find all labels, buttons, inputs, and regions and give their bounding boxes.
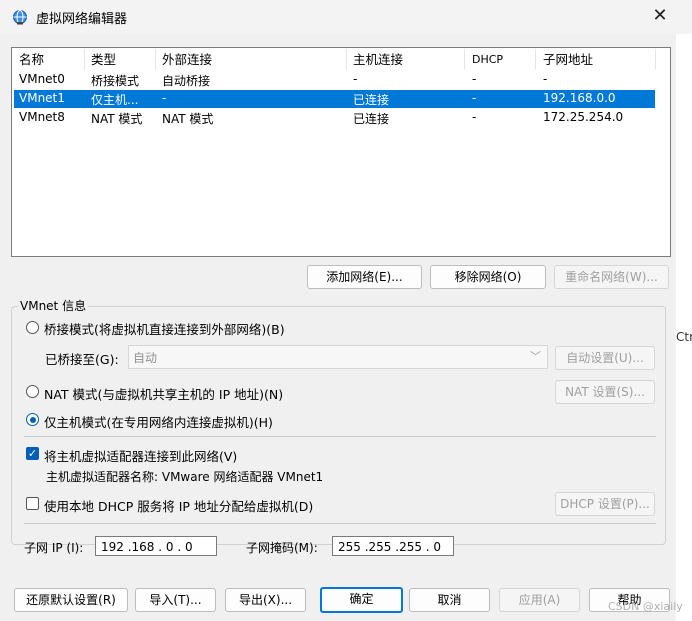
restore-defaults-button[interactable]: 还原默认设置(R): [14, 588, 128, 612]
ok-button[interactable]: 确定: [320, 587, 403, 613]
cell-host: 已连接: [353, 112, 390, 126]
subnet-ip-label: 子网 IP (I):: [24, 541, 84, 555]
cell-dhcp: -: [472, 110, 477, 124]
cell-external: 自动桥接: [162, 74, 211, 88]
remove-network-button[interactable]: 移除网络(O): [430, 265, 546, 289]
nat-mode-label[interactable]: NAT 模式(与虚拟机共享主机的 IP 地址)(N): [44, 384, 283, 403]
auto-settings-button[interactable]: 自动设置(U)...: [555, 346, 655, 370]
column-separator: [346, 49, 347, 70]
bridge-mode-label[interactable]: 桥接模式(将虚拟机直接连接到外部网络)(B): [44, 319, 285, 338]
close-icon[interactable]: ✕: [650, 6, 670, 26]
column-separator: [84, 49, 85, 70]
vmnet-info-label: VMnet 信息: [18, 297, 89, 314]
table-row[interactable]: VMnet0 桥接模式 自动桥接 - - -: [14, 71, 655, 89]
cell-dhcp: -: [472, 72, 477, 86]
cell-name: VMnet1: [19, 91, 65, 105]
apply-button[interactable]: 应用(A): [499, 588, 580, 612]
column-header-external[interactable]: 外部连接: [162, 49, 212, 69]
column-separator: [535, 49, 536, 70]
cell-dhcp: -: [472, 91, 477, 105]
subnet-ip-input[interactable]: 192 .168 . 0 . 0: [95, 536, 217, 556]
column-header-name[interactable]: 名称: [19, 49, 44, 69]
cell-type: 仅主机...: [91, 93, 139, 107]
connect-adapter-checkbox[interactable]: ✓: [26, 447, 39, 460]
column-header-host[interactable]: 主机连接: [353, 49, 403, 69]
chevron-down-icon: ﹀: [530, 350, 541, 363]
cell-type: 桥接模式: [91, 74, 140, 88]
cell-subnet: 192.168.0.0: [543, 91, 616, 105]
dhcp-settings-button[interactable]: DHCP 设置(P)...: [555, 492, 655, 516]
cell-external: NAT 模式: [162, 112, 214, 126]
column-separator: [464, 49, 465, 70]
nat-settings-button[interactable]: NAT 设置(S)...: [555, 380, 655, 404]
column-header-type[interactable]: 类型: [91, 49, 116, 69]
column-separator: [655, 49, 656, 70]
background-window-text: Ctr: [676, 330, 692, 344]
bridged-to-value: 自动: [133, 351, 158, 365]
dhcp-label[interactable]: 使用本地 DHCP 服务将 IP 地址分配给虚拟机(D): [44, 496, 313, 515]
host-only-label[interactable]: 仅主机模式(在专用网络内连接虚拟机)(H): [44, 412, 273, 431]
cell-host: -: [353, 72, 358, 86]
subnet-mask-label: 子网掩码(M):: [246, 541, 318, 555]
column-separator: [155, 49, 156, 70]
import-button[interactable]: 导入(T)...: [135, 588, 216, 612]
adapter-name-text: 主机虚拟适配器名称: VMware 网络适配器 VMnet1: [46, 470, 324, 484]
cell-subnet: -: [543, 72, 548, 86]
bridged-to-select[interactable]: 自动 ﹀: [128, 345, 548, 369]
cell-external: -: [162, 91, 167, 105]
table-row-selected[interactable]: VMnet1 仅主机... - 已连接 - 192.168.0.0: [14, 90, 655, 108]
background-window-strip: [676, 34, 692, 621]
dhcp-checkbox[interactable]: [26, 497, 39, 510]
divider: [24, 436, 656, 437]
table-row[interactable]: VMnet8 NAT 模式 NAT 模式 已连接 - 172.25.254.0: [14, 109, 655, 127]
window-title: 虚拟网络编辑器: [36, 12, 128, 27]
add-network-button[interactable]: 添加网络(E)...: [307, 265, 422, 289]
column-header-dhcp[interactable]: DHCP: [472, 53, 503, 73]
cancel-button[interactable]: 取消: [409, 588, 490, 612]
cell-type: NAT 模式: [91, 112, 143, 126]
bridge-mode-radio[interactable]: [26, 321, 39, 334]
bridged-to-label: 已桥接至(G):: [45, 352, 119, 367]
cell-name: VMnet8: [19, 110, 65, 124]
rename-network-button[interactable]: 重命名网络(W)...: [554, 265, 669, 289]
connect-adapter-label[interactable]: 将主机虚拟适配器连接到此网络(V): [44, 446, 237, 465]
host-only-radio[interactable]: [26, 413, 39, 426]
column-header-subnet[interactable]: 子网地址: [543, 49, 593, 69]
export-button[interactable]: 导出(X)...: [225, 588, 306, 612]
cell-name: VMnet0: [19, 72, 65, 86]
cell-subnet: 172.25.254.0: [543, 110, 624, 124]
watermark: CSDN @xiaily: [608, 600, 683, 613]
network-globe-icon: [12, 9, 28, 25]
divider: [24, 523, 656, 524]
subnet-mask-input[interactable]: 255 .255 .255 . 0: [332, 536, 454, 556]
nat-mode-radio[interactable]: [26, 385, 39, 398]
cell-host: 已连接: [353, 93, 390, 107]
